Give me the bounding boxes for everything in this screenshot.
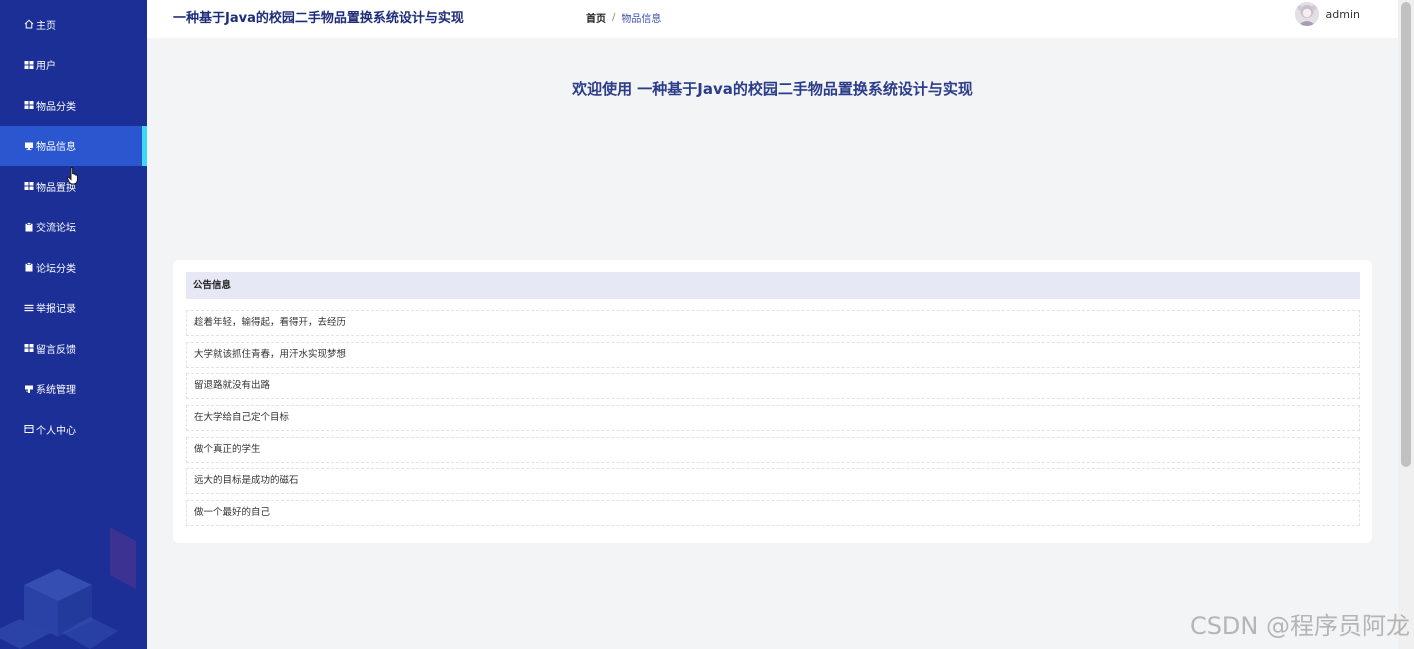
list-icon — [23, 302, 34, 313]
hand-pointer-icon — [67, 167, 78, 185]
id-card-icon — [23, 424, 34, 435]
clipboard-icon — [23, 221, 34, 232]
sidebar-item-system[interactable]: 系统管理 — [0, 369, 147, 410]
grid-icon — [23, 59, 34, 70]
sidebar: 主页 用户 物品分类 物品信息 物品置换 交流论坛 论坛分类 举报记录 留言反馈… — [0, 0, 147, 649]
scrollbar-thumb[interactable] — [1401, 2, 1411, 467]
sidebar-item-home[interactable]: 主页 — [0, 4, 147, 45]
avatar[interactable] — [1294, 2, 1319, 26]
settings-icon — [23, 383, 34, 394]
sidebar-item-label: 物品分类 — [36, 101, 76, 113]
sidebar-item-label: 主页 — [36, 20, 56, 32]
user-menu[interactable]: admin — [1294, 2, 1360, 26]
sidebar-item-label: 交流论坛 — [36, 223, 76, 235]
watermark: CSDN @程序员阿龙 — [1189, 612, 1410, 640]
sidebar-item-item-category[interactable]: 物品分类 — [0, 85, 147, 126]
breadcrumb: 首页 / 物品信息 — [586, 10, 661, 25]
app-title: 一种基于Java的校园二手物品置换系统设计与实现 — [173, 11, 464, 26]
sidebar-item-item-info[interactable]: 物品信息 — [0, 125, 147, 166]
sidebar-item-label: 用户 — [36, 61, 56, 73]
notice-list: 趁着年轻，输得起，看得开，去经历 大学就该抓住青春，用汗水实现梦想 留退路就没有… — [186, 310, 1360, 532]
page-scrollbar[interactable] — [1398, 0, 1414, 649]
grid-icon — [23, 100, 34, 111]
sidebar-item-forum[interactable]: 交流论坛 — [0, 207, 147, 248]
sidebar-item-profile[interactable]: 个人中心 — [0, 409, 147, 450]
sidebar-decoration — [0, 527, 136, 649]
sidebar-item-label: 留言反馈 — [36, 344, 76, 356]
sidebar-item-label: 举报记录 — [36, 304, 76, 316]
notice-item[interactable]: 做个真正的学生 — [186, 436, 1360, 463]
notice-item[interactable]: 做一个最好的自己 — [186, 500, 1360, 527]
grid-icon — [23, 343, 34, 354]
notice-item[interactable]: 在大学给自己定个目标 — [186, 405, 1360, 432]
monitor-icon — [23, 140, 34, 151]
username[interactable]: admin — [1326, 8, 1360, 21]
notice-card: 公告信息 趁着年轻，输得起，看得开，去经历 大学就该抓住青春，用汗水实现梦想 留… — [173, 260, 1372, 543]
sidebar-item-feedback[interactable]: 留言反馈 — [0, 328, 147, 369]
sidebar-item-label: 物品信息 — [36, 142, 76, 154]
clipboard-icon — [23, 262, 34, 273]
breadcrumb-current: 物品信息 — [621, 14, 662, 25]
breadcrumb-separator: / — [612, 12, 616, 23]
grid-icon — [23, 181, 34, 192]
sidebar-item-label: 系统管理 — [36, 385, 76, 397]
notice-item[interactable]: 大学就该抓住青春，用汗水实现梦想 — [186, 341, 1360, 368]
sidebar-item-reports[interactable]: 举报记录 — [0, 288, 147, 329]
home-icon — [23, 19, 34, 30]
notice-item[interactable]: 趁着年轻，输得起，看得开，去经历 — [186, 310, 1360, 336]
notice-item[interactable]: 留退路就没有出路 — [186, 373, 1360, 400]
welcome-heading: 欢迎使用 一种基于Java的校园二手物品置换系统设计与实现 — [572, 80, 973, 98]
sidebar-item-label: 个人中心 — [36, 425, 76, 437]
sidebar-item-label: 论坛分类 — [36, 263, 76, 275]
breadcrumb-home[interactable]: 首页 — [586, 10, 606, 25]
sidebar-item-users[interactable]: 用户 — [0, 45, 147, 86]
notice-item[interactable]: 远大的目标是成功的磁石 — [186, 468, 1360, 495]
sidebar-item-forum-category[interactable]: 论坛分类 — [0, 247, 147, 288]
top-header: 一种基于Java的校园二手物品置换系统设计与实现 首页 / 物品信息 admin — [147, 0, 1398, 38]
notice-title: 公告信息 — [186, 272, 1360, 299]
